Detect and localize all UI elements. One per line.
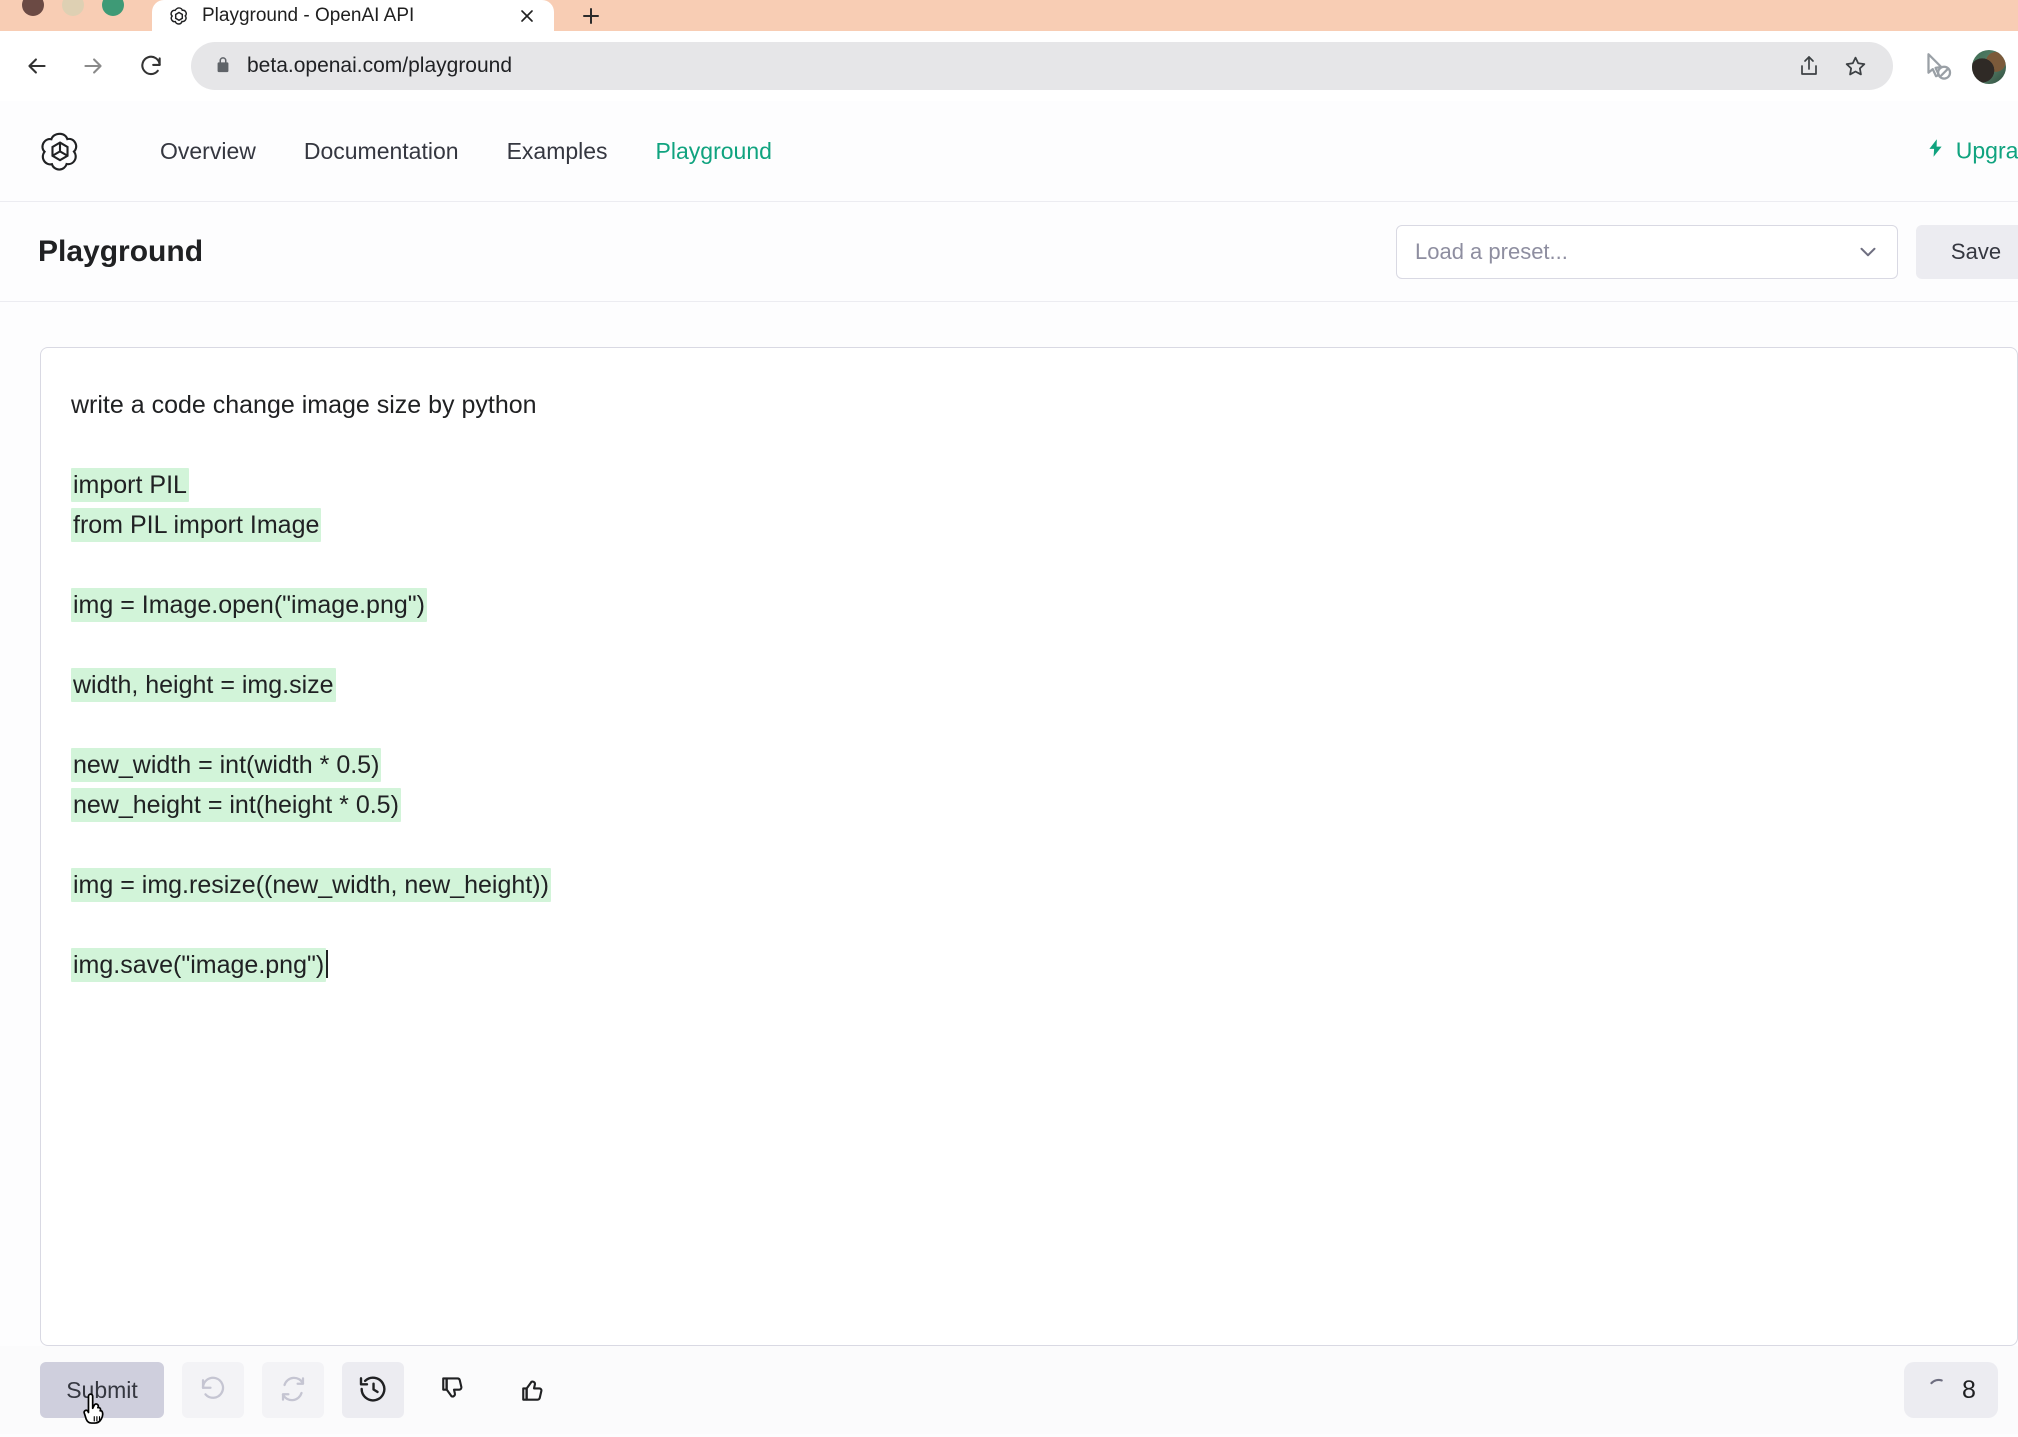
- nav-link-playground[interactable]: Playground: [656, 138, 772, 165]
- tab-close-icon[interactable]: [514, 3, 540, 29]
- completion-text: img.save("image.png"): [71, 948, 327, 982]
- share-icon[interactable]: [1789, 46, 1829, 86]
- thumbs-up-icon: [518, 1374, 548, 1407]
- address-bar-url: beta.openai.com/playground: [247, 54, 513, 77]
- openai-logo-icon[interactable]: [38, 129, 82, 173]
- completion-text: new_width = int(width * 0.5): [71, 748, 382, 782]
- window-minimize-button[interactable]: [62, 0, 84, 16]
- browser-tab-title: Playground - OpenAI API: [202, 5, 415, 26]
- spinner-arc-icon: [1926, 1375, 1952, 1406]
- browser-tab-strip: Playground - OpenAI API: [0, 0, 2018, 31]
- completion-line: width, height = img.size: [71, 665, 2017, 705]
- nav-link-documentation[interactable]: Documentation: [304, 138, 459, 165]
- completion-line: from PIL import Image: [71, 505, 2017, 545]
- text-caret: [326, 950, 329, 978]
- avatar[interactable]: [1972, 50, 2006, 84]
- completion-line: img.save("image.png"): [71, 945, 2017, 985]
- completion-line: img = img.resize((new_width, new_height)…: [71, 865, 2017, 905]
- undo-button[interactable]: [182, 1362, 244, 1418]
- token-count: 8: [1962, 1375, 1976, 1404]
- completion-text: import PIL: [71, 468, 189, 502]
- completion-line: img = Image.open("image.png"): [71, 585, 2017, 625]
- thumbs-down-button[interactable]: [422, 1362, 484, 1418]
- back-button[interactable]: [14, 43, 60, 89]
- nav-links: Overview Documentation Examples Playgrou…: [160, 138, 772, 165]
- forward-button[interactable]: [70, 43, 116, 89]
- bottom-toolbar: Submit 8: [0, 1346, 2018, 1434]
- completion-text: img = Image.open("image.png"): [71, 588, 427, 622]
- lock-icon: [213, 54, 233, 78]
- lightning-bolt-icon: [1925, 138, 1946, 165]
- regenerate-icon: [278, 1374, 308, 1407]
- cursor-blocked-icon[interactable]: [1920, 50, 1954, 84]
- history-icon: [357, 1373, 389, 1408]
- nav-link-examples[interactable]: Examples: [507, 138, 608, 165]
- new-tab-button[interactable]: [568, 0, 614, 31]
- prompt-text: write a code change image size by python: [71, 391, 537, 419]
- window-maximize-button[interactable]: [102, 0, 124, 16]
- completion-text: img = img.resize((new_width, new_height)…: [71, 868, 551, 902]
- completion-text: new_height = int(height * 0.5): [71, 788, 401, 822]
- openai-logo-icon: [168, 5, 190, 27]
- preset-placeholder: Load a preset...: [1415, 239, 1568, 264]
- reload-button[interactable]: [128, 43, 174, 89]
- avatar-image: [1972, 50, 2006, 84]
- thumbs-down-icon: [438, 1374, 468, 1407]
- window-traffic-lights: [22, 0, 124, 16]
- prompt-editor[interactable]: write a code change image size by python…: [40, 347, 2018, 1346]
- chevron-down-icon: [1855, 239, 1881, 265]
- upgrade-link[interactable]: Upgrade: [1925, 138, 2018, 165]
- upgrade-label: Upgrade: [1955, 137, 2018, 164]
- save-button[interactable]: Save: [1916, 225, 2018, 279]
- action-buttons: Submit: [40, 1362, 564, 1418]
- submit-button[interactable]: Submit: [40, 1362, 164, 1418]
- star-icon[interactable]: [1835, 46, 1875, 86]
- completion-text: width, height = img.size: [71, 668, 336, 702]
- regenerate-button[interactable]: [262, 1362, 324, 1418]
- undo-icon: [198, 1374, 228, 1407]
- history-button[interactable]: [342, 1362, 404, 1418]
- thumbs-up-button[interactable]: [502, 1362, 564, 1418]
- browser-tab[interactable]: Playground - OpenAI API: [152, 0, 554, 31]
- site-navigation: Overview Documentation Examples Playgrou…: [0, 101, 2018, 202]
- window-close-button[interactable]: [22, 0, 44, 16]
- completion-line: import PIL: [71, 465, 2017, 505]
- token-count-badge[interactable]: 8: [1904, 1362, 1998, 1418]
- address-bar[interactable]: beta.openai.com/playground: [191, 42, 1893, 90]
- completion-line: new_width = int(width * 0.5): [71, 745, 2017, 785]
- completion-line: new_height = int(height * 0.5): [71, 785, 2017, 825]
- page-title: Playground: [38, 234, 204, 268]
- editor-content: write a code change image size by python…: [41, 348, 2017, 985]
- completion-text: from PIL import Image: [71, 508, 322, 542]
- nav-link-overview[interactable]: Overview: [160, 138, 256, 165]
- preset-select[interactable]: Load a preset...: [1396, 225, 1898, 279]
